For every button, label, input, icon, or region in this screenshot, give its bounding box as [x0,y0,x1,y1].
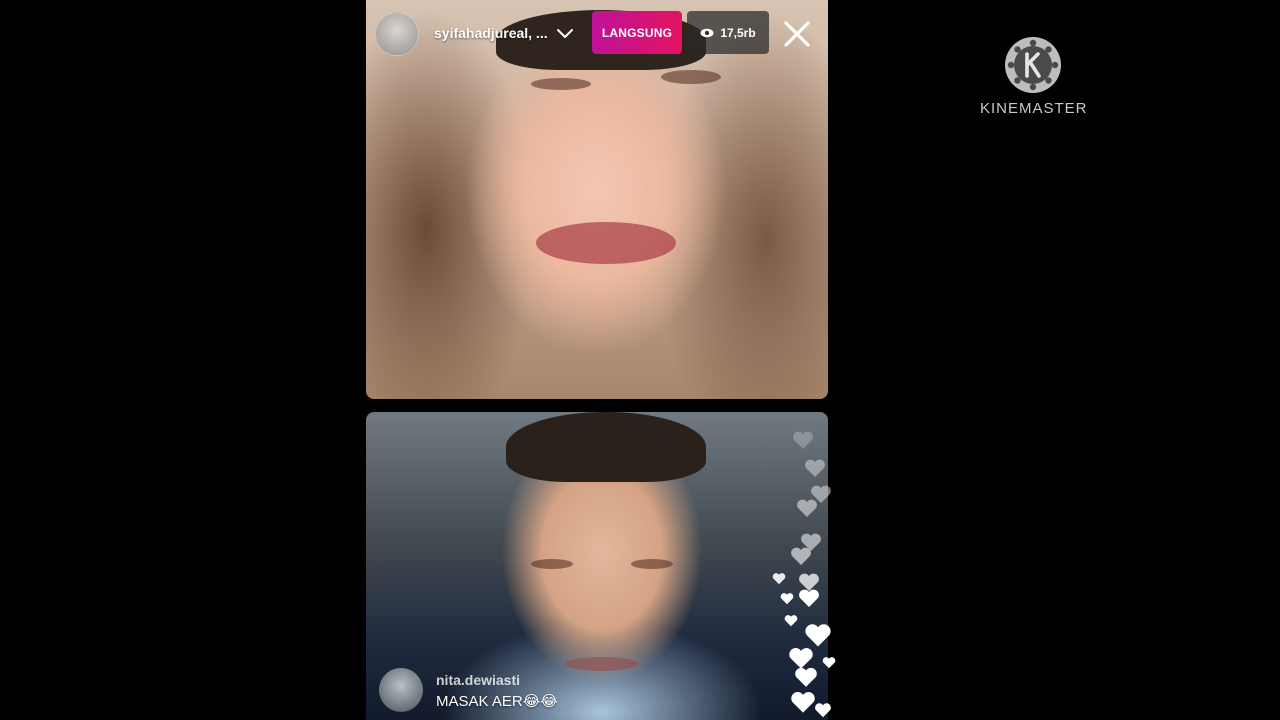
kinemaster-logo [1005,37,1061,93]
live-badge: LANGSUNG [592,11,682,54]
host-avatar[interactable] [375,12,419,56]
live-label: LANGSUNG [601,25,673,40]
screen: syifahadjureal, ... LANGSUNG 17,5rb nita… [0,0,1280,720]
host-left-eye [531,78,591,90]
live-comment: nita.dewiasti MASAK AER😂😂 [379,668,679,712]
heart-icon [805,459,825,477]
host-mouth [536,222,676,264]
reaction-hearts [766,420,836,720]
live-header: syifahadjureal, ... LANGSUNG 17,5rb [366,0,828,66]
heart-icon [784,615,798,627]
heart-icon [797,499,817,517]
kinemaster-watermark: KINEMASTER [980,36,1088,126]
viewer-count-badge[interactable]: 17,5rb [687,11,769,54]
eye-icon [700,28,714,37]
comment-username[interactable]: nita.dewiasti [436,672,520,688]
comment-avatar[interactable] [379,668,423,712]
guest-left-eye [531,559,573,569]
watermark-text: KINEMASTER [980,100,1088,117]
heart-icon [799,589,819,607]
guest-right-eye [631,559,673,569]
comment-text: MASAK AER😂😂 [436,693,558,710]
heart-icon [805,624,831,647]
heart-icon [791,692,815,713]
heart-icon [822,657,836,669]
heart-icon [780,593,794,605]
viewer-count: 17,5rb [720,25,756,40]
heart-icon [772,573,786,585]
heart-icon [795,667,817,687]
heart-icon [793,431,813,449]
close-icon[interactable] [780,17,814,51]
heart-icon [791,547,811,565]
heart-icon [815,703,831,718]
host-username[interactable]: syifahadjureal, ... [434,25,548,41]
host-right-eye [661,70,721,84]
instagram-live-view: syifahadjureal, ... LANGSUNG 17,5rb nita… [366,0,836,720]
guest-hair [506,412,706,482]
chevron-down-icon[interactable] [556,24,574,42]
